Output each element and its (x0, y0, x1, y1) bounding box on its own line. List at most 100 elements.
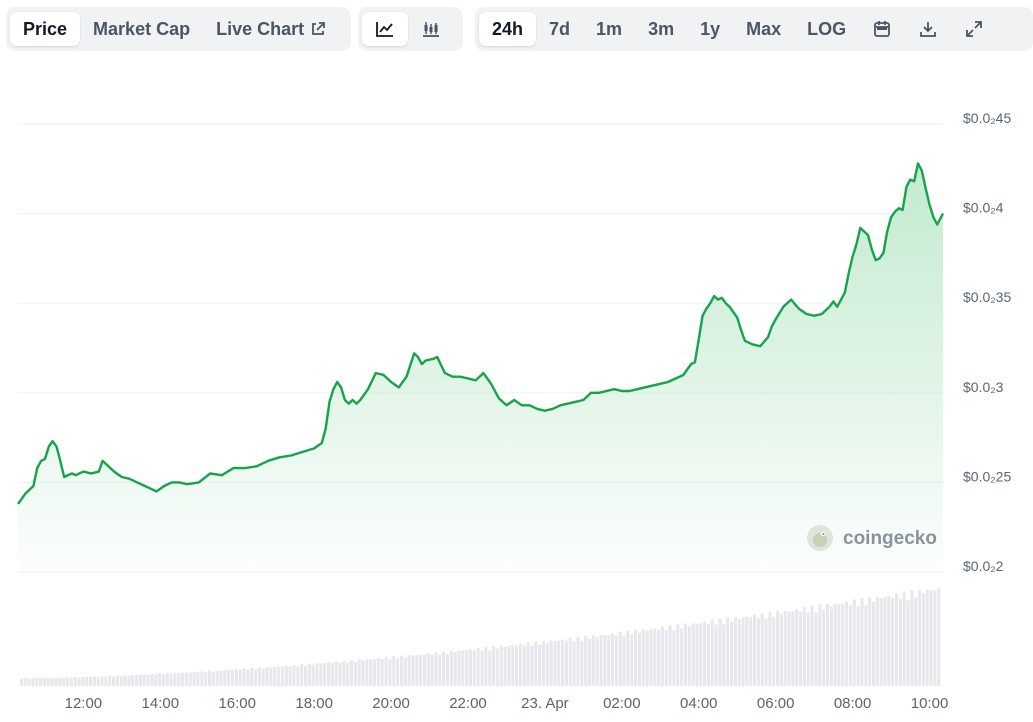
volume-bar (530, 645, 534, 686)
price-chart[interactable]: $0.0₂45$0.0₂4$0.0₂35$0.0₂3$0.0₂25$0.0₂2 … (0, 0, 1033, 722)
volume-bar (369, 659, 373, 686)
volume-bar (776, 610, 780, 686)
tab-live-chart[interactable]: Live Chart (203, 12, 339, 46)
volume-bar (361, 660, 365, 686)
volume-bar (576, 636, 580, 686)
volume-bar (453, 652, 457, 686)
volume-bar (461, 650, 465, 686)
volume-bar (350, 660, 354, 686)
volume-bar (196, 672, 200, 686)
volume-bar (300, 664, 304, 686)
volume-bar (726, 617, 730, 686)
calendar-button[interactable] (859, 12, 905, 46)
y-tick-label: $0.0₂2 (963, 558, 1004, 574)
volume-bar (319, 663, 323, 686)
y-axis: $0.0₂45 $0.0₂4 $0.0₂35 $0.0₂3 $0.0₂25 $0.0₂2 (963, 110, 1011, 574)
range-max[interactable]: Max (733, 12, 794, 46)
volume-bar (764, 619, 768, 686)
volume-bar (587, 638, 592, 686)
volume-bar (357, 659, 361, 686)
line-chart-button[interactable] (362, 12, 408, 46)
range-1m[interactable]: 1m (583, 12, 635, 46)
volume-bar (653, 628, 657, 686)
volume-bar (787, 611, 791, 686)
volume-bar (150, 673, 154, 686)
volume-bar (161, 674, 165, 686)
volume-bar (92, 676, 96, 686)
volume-bar (65, 677, 70, 686)
fullscreen-button[interactable] (951, 12, 997, 46)
y-tick-label: $0.0₂25 (963, 468, 1011, 484)
volume-bar (534, 641, 538, 686)
volume-bar (860, 598, 864, 686)
volume-bar (115, 675, 119, 686)
volume-bar (495, 648, 499, 686)
volume-bar (814, 612, 818, 686)
volume-bar (580, 641, 584, 686)
volume-bar (649, 629, 653, 686)
volume-bar (626, 630, 630, 686)
volume-bar (442, 651, 446, 686)
y-tick-label: $0.0₂45 (963, 110, 1011, 126)
candlestick-icon (421, 20, 441, 38)
volume-bar (223, 669, 227, 686)
volume-bar (841, 604, 845, 686)
volume-bar (138, 674, 142, 686)
volume-bar (845, 601, 849, 686)
volume-bar (426, 653, 430, 686)
volume-bar (515, 645, 519, 686)
volume-bar (564, 640, 568, 686)
range-1y[interactable]: 1y (687, 12, 733, 46)
range-3m[interactable]: 3m (635, 12, 687, 46)
download-button[interactable] (905, 12, 951, 46)
volume-bar (672, 630, 676, 686)
range-7d[interactable]: 7d (536, 12, 583, 46)
volume-bar (914, 596, 918, 686)
volume-bar (31, 677, 35, 686)
volume-bar (207, 670, 212, 686)
volume-bar (334, 661, 338, 686)
volume-bar (891, 597, 895, 686)
volume-bar (561, 639, 565, 686)
volume-bar (522, 645, 526, 686)
volume-bar (864, 604, 868, 686)
tab-market-cap[interactable]: Market Cap (80, 12, 203, 46)
volume-bar (430, 654, 434, 686)
volume-bar (472, 650, 476, 686)
volume-bar (848, 605, 852, 686)
volume-bar (188, 672, 192, 686)
log-scale-toggle[interactable]: LOG (794, 12, 859, 46)
volume-bar (929, 590, 933, 686)
volume-bar (772, 617, 776, 686)
x-tick-label: 16:00 (218, 695, 256, 712)
volume-bar (445, 653, 449, 686)
volume-bar (39, 677, 43, 686)
volume-bar (35, 678, 39, 686)
range-24h[interactable]: 24h (479, 12, 537, 46)
volume-bar (58, 677, 62, 686)
volume-bar (507, 645, 511, 686)
volume-bar (396, 658, 400, 686)
volume-bar (706, 623, 710, 686)
volume-bar (480, 650, 484, 686)
volume-bar (146, 674, 150, 686)
line-chart-icon (375, 20, 395, 38)
candlestick-button[interactable] (408, 12, 454, 46)
volume-bar (204, 672, 208, 686)
volume-bar (112, 676, 116, 686)
volume-bar (718, 618, 722, 686)
volume-bar (492, 646, 496, 686)
volume-bar (231, 669, 235, 686)
volume-bar (634, 629, 638, 686)
tab-price[interactable]: Price (10, 12, 81, 46)
y-tick-label: $0.0₂3 (963, 379, 1004, 395)
volume-bar (254, 669, 258, 686)
volume-bar (818, 604, 822, 686)
volume-bar (100, 676, 104, 686)
volume-bar (23, 677, 27, 686)
volume-bar (622, 635, 626, 686)
volume-bar (607, 635, 611, 686)
download-icon (919, 20, 937, 38)
volume-bar (937, 587, 941, 686)
x-tick-label: 23. Apr (521, 695, 569, 712)
